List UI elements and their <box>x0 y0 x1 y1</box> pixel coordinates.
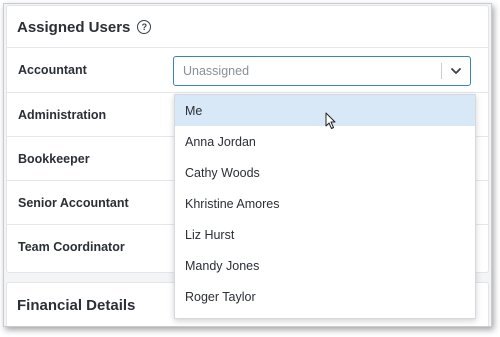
dropdown-option-roger-taylor[interactable]: Roger Taylor <box>175 281 475 312</box>
chevron-down-icon[interactable] <box>449 64 463 78</box>
help-icon[interactable]: ? <box>137 20 152 34</box>
role-label: Senior Accountant <box>18 196 129 210</box>
dropdown-option-cathy-woods[interactable]: Cathy Woods <box>175 157 475 188</box>
role-label: Bookkeeper <box>18 152 90 166</box>
dropdown-option-mandy-jones[interactable]: Mandy Jones <box>175 250 475 281</box>
assigned-users-title: Assigned Users <box>17 18 131 36</box>
dropdown-option-khristine-amores[interactable]: Khristine Amores <box>175 188 475 219</box>
financial-details-title: Financial Details <box>17 297 136 314</box>
mouse-cursor-icon <box>325 112 336 129</box>
dropdown-option-liz-hurst[interactable]: Liz Hurst <box>175 219 475 250</box>
dropdown-option-anna-jordan[interactable]: Anna Jordan <box>175 126 475 157</box>
accountant-select-value: Unassigned <box>183 64 250 78</box>
select-separator <box>441 63 442 79</box>
role-label: Accountant <box>18 63 87 77</box>
app-frame: Assigned Users ? Accountant Administrati… <box>3 3 492 327</box>
accountant-select[interactable]: Unassigned <box>173 56 471 86</box>
role-label: Team Coordinator <box>18 240 125 254</box>
role-label: Administration <box>18 108 107 122</box>
assigned-users-header: Assigned Users ? <box>17 16 152 38</box>
